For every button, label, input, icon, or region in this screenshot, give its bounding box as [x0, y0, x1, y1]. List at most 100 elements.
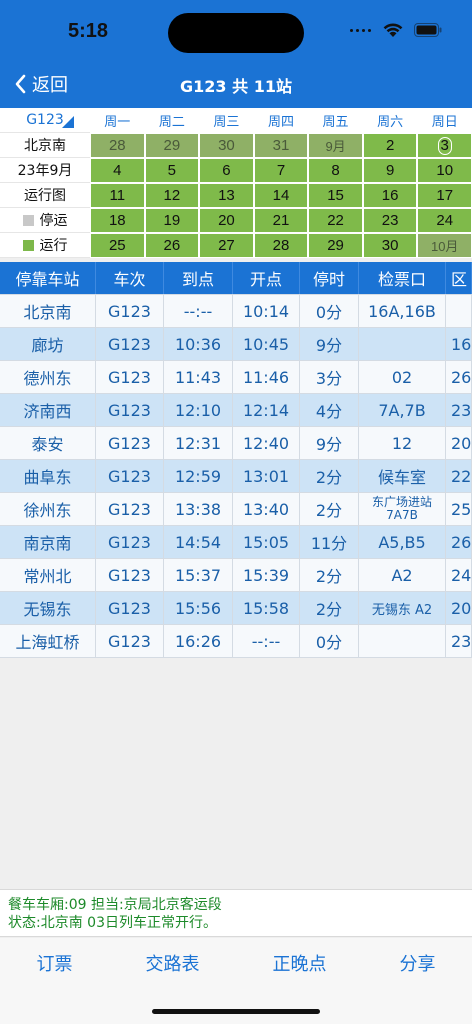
weekday: 周日 [431, 115, 458, 130]
table-row[interactable]: 廊坊 G123 10:36 10:45 9分 16 [0, 328, 472, 361]
calendar-day[interactable]: 28 [90, 133, 145, 158]
calendar-day[interactable]: 13 [199, 183, 254, 208]
zone-cell: 20 [446, 427, 472, 459]
calendar-day[interactable]: 6 [199, 158, 254, 183]
weekday-header: 周一 周二 周三 周四 周五 周六 周日 [90, 108, 472, 133]
calendar-day[interactable]: 9 [362, 158, 418, 183]
calendar-day[interactable]: 27 [199, 233, 254, 258]
calendar-day[interactable]: 22 [308, 208, 363, 233]
station-cell: 常州北 [0, 559, 96, 591]
share-button[interactable]: 分享 [400, 950, 436, 976]
col-header: 停靠车站 [0, 262, 96, 294]
legend-stopped-label: 停运 [39, 213, 68, 229]
app-root: 5:18 返回 G123 共 11站 G123 北京南 23年9月 运行图 停运… [0, 0, 472, 1024]
calendar-day[interactable]: 25 [90, 233, 145, 258]
table-row[interactable]: 上海虹桥 G123 16:26 --:-- 0分 23 [0, 625, 472, 658]
punctuality-button[interactable]: 正晚点 [273, 950, 327, 976]
calendar-day[interactable]: 2 [362, 133, 418, 158]
stop-cell: 2分 [300, 592, 359, 624]
calendar-day[interactable]: 29 [144, 133, 200, 158]
arrive-cell: 13:38 [164, 493, 233, 525]
calendar-day[interactable]: 19 [144, 208, 200, 233]
calendar-day[interactable]: 7 [253, 158, 309, 183]
table-row[interactable]: 南京南 G123 14:54 15:05 11分 A5,B5 26 [0, 526, 472, 559]
arrive-cell: 10:36 [164, 328, 233, 360]
calendar-day[interactable]: 18 [90, 208, 145, 233]
gate-cell: 16A,16B [359, 295, 446, 327]
calendar-day[interactable]: 11 [90, 183, 145, 208]
arrive-cell: --:-- [164, 295, 233, 327]
status-icons [350, 22, 442, 38]
depart-cell: 15:05 [233, 526, 300, 558]
arrive-cell: 12:31 [164, 427, 233, 459]
calendar-day[interactable]: 16 [362, 183, 418, 208]
weekday: 周六 [377, 115, 404, 130]
calendar-day[interactable]: 30 [362, 233, 418, 258]
train-cell: G123 [96, 361, 164, 393]
calendar-day[interactable]: 23 [362, 208, 418, 233]
train-info-panel: 餐车车厢:09 担当:京局北京客运段 状态:北京南 03日列车正常开行。 [0, 889, 472, 937]
table-row[interactable]: 曲阜东 G123 12:59 13:01 2分 候车室 22 [0, 460, 472, 493]
home-indicator[interactable] [152, 1009, 320, 1014]
calendar-day[interactable]: 26 [144, 233, 200, 258]
train-cell: G123 [96, 625, 164, 657]
calendar-day[interactable]: 14 [253, 183, 309, 208]
col-header: 到点 [164, 262, 233, 294]
zone-cell [446, 295, 472, 327]
arrive-cell: 16:26 [164, 625, 233, 657]
calendar-day[interactable]: 17 [417, 183, 472, 208]
table-row[interactable]: 北京南 G123 --:-- 10:14 0分 16A,16B [0, 295, 472, 328]
col-header: 停时 [300, 262, 359, 294]
depart-cell: --:-- [233, 625, 300, 657]
calendar-day[interactable]: 9月 [308, 133, 363, 158]
bottom-toolbar: 订票 交路表 正晚点 分享 [0, 938, 472, 1024]
zone-cell: 24 [446, 559, 472, 591]
today-badge: 3 [437, 136, 452, 155]
weekday: 周五 [322, 115, 349, 130]
table-row[interactable]: 徐州东 G123 13:38 13:40 2分 东广场进站 7A7B 25 [0, 493, 472, 526]
calendar-day[interactable]: 28 [253, 233, 309, 258]
weekday: 周三 [213, 115, 240, 130]
table-row[interactable]: 济南西 G123 12:10 12:14 4分 7A,7B 23 [0, 394, 472, 427]
zone-cell: 26 [446, 361, 472, 393]
table-row[interactable]: 泰安 G123 12:31 12:40 9分 12 20 [0, 427, 472, 460]
station-cell: 济南西 [0, 394, 96, 426]
stop-cell: 2分 [300, 493, 359, 525]
calendar-day[interactable]: 20 [199, 208, 254, 233]
calendar-day[interactable]: 10月 [417, 233, 472, 258]
zone-cell: 23 [446, 394, 472, 426]
camera-notch [168, 13, 304, 53]
train-cell: G123 [96, 493, 164, 525]
calendar-day[interactable]: 5 [144, 158, 200, 183]
calendar-week: 28 29 30 31 9月 2 3 [90, 133, 472, 158]
calendar-month: 23年9月 [0, 158, 90, 183]
calendar-day-today[interactable]: 3 [417, 133, 472, 158]
calendar-day[interactable]: 15 [308, 183, 363, 208]
col-header: 车次 [96, 262, 164, 294]
calendar-day[interactable]: 21 [253, 208, 309, 233]
gate-cell: A5,B5 [359, 526, 446, 558]
gate-cell: 7A,7B [359, 394, 446, 426]
calendar-day[interactable]: 24 [417, 208, 472, 233]
table-row[interactable]: 德州东 G123 11:43 11:46 3分 02 26 [0, 361, 472, 394]
book-ticket-button[interactable]: 订票 [37, 950, 73, 976]
status-time: 5:18 [68, 20, 109, 42]
calendar-day[interactable]: 29 [308, 233, 363, 258]
train-selector[interactable]: G123 [0, 108, 90, 133]
calendar-day[interactable]: 31 [253, 133, 309, 158]
calendar-day[interactable]: 12 [144, 183, 200, 208]
train-cell: G123 [96, 526, 164, 558]
weekday: 周四 [267, 115, 294, 130]
calendar-day[interactable]: 10 [417, 158, 472, 183]
gate-cell: A2 [359, 559, 446, 591]
train-number: G123 [26, 112, 64, 128]
calendar-week: 4 5 6 7 8 9 10 [90, 158, 472, 183]
table-row[interactable]: 无锡东 G123 15:56 15:58 2分 无锡东 A2 20 [0, 592, 472, 625]
table-row[interactable]: 常州北 G123 15:37 15:39 2分 A2 24 [0, 559, 472, 592]
calendar-day[interactable]: 4 [90, 158, 145, 183]
calendar-day[interactable]: 30 [199, 133, 254, 158]
run-chart-link[interactable]: 运行图 [0, 183, 90, 208]
calendar-week: 25 26 27 28 29 30 10月 [90, 233, 472, 258]
route-table-button[interactable]: 交路表 [146, 950, 200, 976]
calendar-day[interactable]: 8 [308, 158, 363, 183]
